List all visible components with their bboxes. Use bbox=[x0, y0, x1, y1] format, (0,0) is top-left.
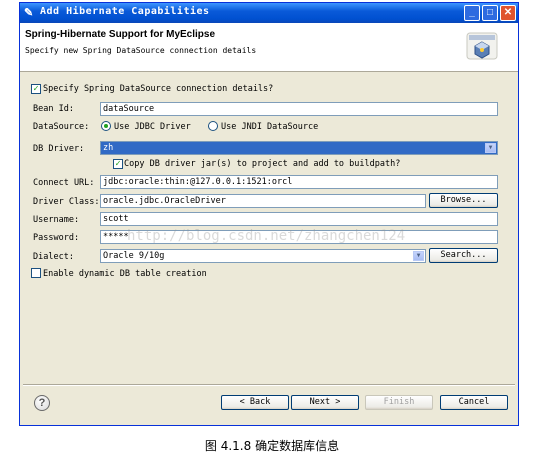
bean-id-label: Bean Id: bbox=[33, 104, 74, 114]
footer-separator bbox=[23, 384, 515, 386]
copy-jar-checkbox[interactable]: ✓ bbox=[113, 159, 123, 169]
use-jndi-label: Use JNDI DataSource bbox=[221, 122, 319, 132]
help-icon[interactable]: ? bbox=[34, 395, 50, 411]
watermark: http://blog.csdn.net/zhangchen124 bbox=[127, 228, 406, 244]
db-driver-select[interactable]: zh ▼ bbox=[100, 141, 498, 155]
username-input[interactable]: scott bbox=[100, 212, 498, 226]
db-driver-value: zh bbox=[103, 143, 114, 153]
chevron-down-icon[interactable]: ▼ bbox=[485, 143, 496, 153]
chevron-down-icon[interactable]: ▼ bbox=[413, 251, 424, 261]
dynamic-table-checkbox[interactable] bbox=[31, 268, 41, 278]
driver-class-label: Driver Class: bbox=[33, 197, 100, 207]
figure-caption: 图 4.1.8 确定数据库信息 bbox=[204, 439, 340, 453]
finish-button[interactable]: Finish bbox=[365, 395, 433, 410]
maximize-button[interactable]: □ bbox=[482, 5, 498, 21]
wizard-banner-icon bbox=[466, 32, 498, 60]
datasource-label: DataSource: bbox=[33, 122, 90, 132]
dynamic-table-label: Enable dynamic DB table creation bbox=[43, 269, 207, 279]
back-button[interactable]: < Back bbox=[221, 395, 289, 410]
specify-datasource-label: Specify Spring DataSource connection det… bbox=[43, 84, 274, 94]
username-label: Username: bbox=[33, 215, 80, 225]
browse-button[interactable]: Browse... bbox=[429, 193, 498, 208]
minimize-button[interactable]: _ bbox=[464, 5, 480, 21]
specify-datasource-checkbox[interactable]: ✓ bbox=[31, 84, 41, 94]
window-title: Add Hibernate Capabilities bbox=[40, 6, 210, 17]
driver-class-input[interactable]: oracle.jdbc.OracleDriver bbox=[100, 194, 426, 208]
close-button[interactable]: ✕ bbox=[500, 5, 516, 21]
db-driver-label: DB Driver: bbox=[33, 144, 85, 154]
use-jdbc-radio[interactable] bbox=[101, 121, 111, 131]
bean-id-input[interactable]: dataSource bbox=[100, 102, 498, 116]
dialect-label: Dialect: bbox=[33, 252, 74, 262]
connect-url-label: Connect URL: bbox=[33, 178, 95, 188]
wizard-header: Spring-Hibernate Support for MyEclipse S… bbox=[20, 23, 518, 72]
next-button[interactable]: Next > bbox=[291, 395, 359, 410]
dialect-value: Oracle 9/10g bbox=[103, 251, 165, 261]
wizard-title: Spring-Hibernate Support for MyEclipse bbox=[25, 29, 216, 40]
eclipse-icon: ✎ bbox=[24, 7, 34, 19]
password-label: Password: bbox=[33, 233, 80, 243]
copy-jar-label: Copy DB driver jar(s) to project and add… bbox=[124, 159, 401, 169]
wizard-subtitle: Specify new Spring DataSource connection… bbox=[25, 46, 257, 55]
dialect-select[interactable]: Oracle 9/10g ▼ bbox=[100, 249, 426, 263]
cancel-button[interactable]: Cancel bbox=[440, 395, 508, 410]
use-jdbc-label: Use JDBC Driver bbox=[114, 122, 191, 132]
title-bar[interactable]: ✎ Add Hibernate Capabilities _ □ ✕ bbox=[20, 3, 518, 23]
use-jndi-radio[interactable] bbox=[208, 121, 218, 131]
connect-url-input[interactable]: jdbc:oracle:thin:@127.0.0.1:1521:orcl bbox=[100, 175, 498, 189]
dialog-window: ✎ Add Hibernate Capabilities _ □ ✕ Sprin… bbox=[19, 2, 519, 426]
search-button[interactable]: Search... bbox=[429, 248, 498, 263]
